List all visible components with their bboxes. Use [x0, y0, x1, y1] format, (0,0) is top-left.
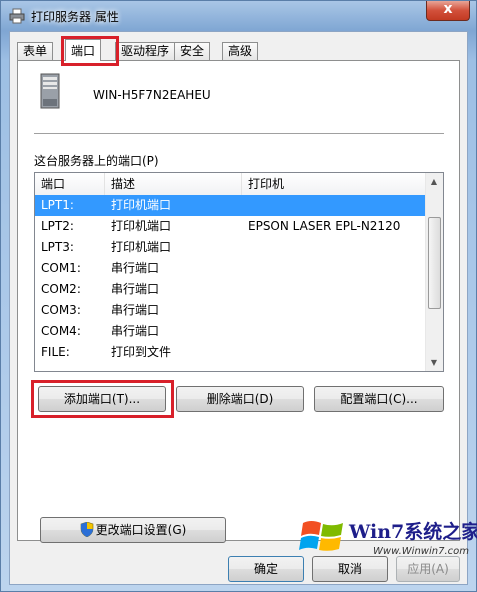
- title-bar[interactable]: 打印服务器 属性 x: [1, 1, 476, 31]
- vertical-scrollbar[interactable]: ▲ ▼: [425, 173, 443, 371]
- divider: [34, 133, 444, 134]
- column-port[interactable]: 端口: [35, 173, 105, 195]
- ports-list-label: 这台服务器上的端口(P): [34, 154, 159, 168]
- port-cell: LPT1:: [41, 198, 74, 212]
- port-cell: COM1:: [41, 261, 81, 275]
- server-name: WIN-H5F7N2EAHEU: [93, 88, 211, 102]
- close-button[interactable]: x: [426, 1, 470, 21]
- list-row[interactable]: LPT2: 打印机端口 EPSON LASER EPL-N2120: [35, 216, 428, 237]
- description-cell: 串行端口: [111, 282, 160, 296]
- list-row[interactable]: FILE: 打印到文件: [35, 342, 428, 363]
- tab-security[interactable]: 安全: [174, 42, 211, 60]
- window-title: 打印服务器 属性: [31, 10, 119, 24]
- print-server-properties-window: 打印服务器 属性 x 表单 端口 驱动程序 安全 高级 WIN-H5F7N2EA…: [0, 0, 477, 592]
- add-port-highlight-box: [31, 380, 174, 418]
- scroll-up-icon[interactable]: ▲: [426, 173, 442, 190]
- change-port-settings-button[interactable]: 更改端口设置(G): [40, 517, 226, 543]
- list-header: 端口 描述 打印机: [35, 173, 428, 196]
- ports-panel: WIN-H5F7N2EAHEU 这台服务器上的端口(P) 端口 描述 打印机 L…: [17, 60, 460, 543]
- tab-advanced[interactable]: 高级: [222, 42, 259, 60]
- port-cell: COM2:: [41, 282, 81, 296]
- port-cell: LPT2:: [41, 219, 74, 233]
- description-cell: 打印机端口: [111, 198, 172, 212]
- port-cell: COM4:: [41, 324, 81, 338]
- list-row[interactable]: COM3: 串行端口: [35, 300, 428, 321]
- printer-cell: EPSON LASER EPL-N2120: [248, 219, 401, 233]
- description-cell: 串行端口: [111, 324, 160, 338]
- description-cell: 打印机端口: [111, 240, 172, 254]
- server-icon: [40, 73, 60, 109]
- description-cell: 串行端口: [111, 261, 160, 275]
- configure-port-button[interactable]: 配置端口(C)...: [314, 386, 444, 412]
- site-watermark: Win7系统之家 Www.Winwin7.com: [297, 513, 477, 583]
- list-rows: LPT1: 打印机端口 LPT2: 打印机端口 EPSON LASER EPL-…: [35, 195, 428, 363]
- list-row[interactable]: COM2: 串行端口: [35, 279, 428, 300]
- list-row[interactable]: COM4: 串行端口: [35, 321, 428, 342]
- port-cell: FILE:: [41, 345, 70, 359]
- description-cell: 打印到文件: [111, 345, 172, 359]
- tab-forms[interactable]: 表单: [17, 42, 54, 60]
- watermark-brand: Win7系统之家: [349, 521, 477, 543]
- change-port-settings-label: 更改端口设置(G): [95, 523, 187, 537]
- port-cell: LPT3:: [41, 240, 74, 254]
- tab-highlight-box: [61, 36, 119, 66]
- delete-port-button[interactable]: 删除端口(D): [176, 386, 304, 412]
- description-cell: 打印机端口: [111, 219, 172, 233]
- list-row[interactable]: COM1: 串行端口: [35, 258, 428, 279]
- scroll-down-icon[interactable]: ▼: [426, 354, 442, 371]
- list-row[interactable]: LPT1: 打印机端口: [35, 195, 428, 216]
- scroll-thumb[interactable]: [428, 217, 441, 309]
- column-description[interactable]: 描述: [105, 173, 242, 195]
- ok-button[interactable]: 确定: [228, 556, 304, 582]
- printer-icon: [9, 8, 25, 24]
- list-row[interactable]: LPT3: 打印机端口: [35, 237, 428, 258]
- uac-shield-icon: [80, 522, 93, 537]
- windows-logo-icon: [299, 521, 343, 551]
- ports-listview[interactable]: 端口 描述 打印机 LPT1: 打印机端口 LPT2: 打印机端口 EPSON …: [34, 172, 444, 372]
- dialog-body: 表单 端口 驱动程序 安全 高级 WIN-H5F7N2EAHEU 这台服务器上的…: [9, 31, 468, 585]
- port-cell: COM3:: [41, 303, 81, 317]
- watermark-url: Www.Winwin7.com: [373, 546, 469, 557]
- description-cell: 串行端口: [111, 303, 160, 317]
- column-printer[interactable]: 打印机: [242, 173, 428, 195]
- tab-drivers[interactable]: 驱动程序: [115, 42, 176, 60]
